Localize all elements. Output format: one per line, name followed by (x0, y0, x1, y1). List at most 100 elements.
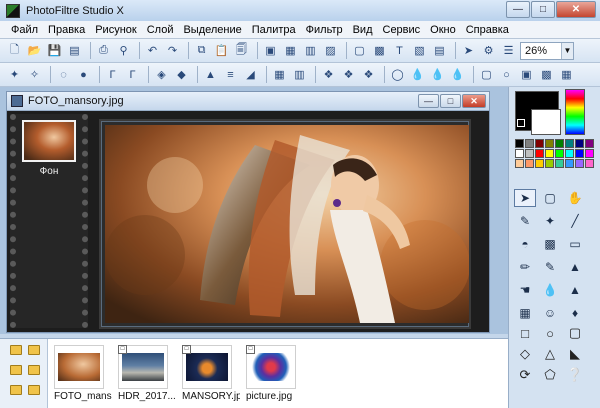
menu-filter[interactable]: Фильтр (301, 24, 348, 36)
frame-icon[interactable]: ▢ (478, 66, 495, 83)
contrast-minus-icon[interactable]: Γ (104, 66, 121, 83)
lamp-icon[interactable]: ◯ (389, 66, 406, 83)
palette-swatch[interactable] (565, 139, 574, 148)
gamma-icon[interactable]: ▲ (202, 66, 219, 83)
blur-icon[interactable]: ▥ (291, 66, 308, 83)
thumbnail-item[interactable]: FOTO_manso... (54, 345, 112, 402)
eraser-tool-icon[interactable]: ▭ (564, 235, 586, 253)
palette-swatch[interactable] (545, 139, 554, 148)
menu-edit[interactable]: Правка (43, 24, 90, 36)
clone-tool-icon[interactable]: ▦ (514, 304, 536, 322)
effect-3-icon[interactable]: ❖ (360, 66, 377, 83)
drop-icon[interactable]: 💧 (409, 66, 426, 83)
palette-swatch[interactable] (575, 139, 584, 148)
palette-swatch[interactable] (515, 139, 524, 148)
thumbnail-item[interactable]: □ HDR_2017... (118, 345, 176, 402)
fill-tool-icon[interactable]: ◓ (514, 235, 536, 253)
folder-icon[interactable] (28, 385, 40, 395)
sharpen-tool-icon[interactable]: ▲ (564, 281, 586, 299)
layer-options-icon[interactable]: ▤ (431, 42, 448, 59)
copy-icon[interactable]: ⧉ (193, 42, 210, 59)
effect-2-icon[interactable]: ❖ (340, 66, 357, 83)
freeform-shape-icon[interactable]: ❔ (564, 367, 586, 383)
document-title-bar[interactable]: FOTO_mansory.jpg — □ ✕ (7, 92, 489, 111)
smudge-tool-icon[interactable]: ☚ (514, 281, 536, 299)
brightness-plus-icon[interactable]: ● (75, 66, 92, 83)
rounded-rect-shape-icon[interactable]: ▢ (564, 325, 586, 341)
palette-swatch[interactable] (555, 159, 564, 168)
image-size-icon[interactable]: ▣ (262, 42, 279, 59)
menu-tools[interactable]: Сервис (378, 24, 426, 36)
menu-image[interactable]: Рисунок (90, 24, 142, 36)
ellipse-shape-icon[interactable]: ○ (539, 325, 561, 341)
palette-swatch[interactable] (555, 139, 564, 148)
crop-icon[interactable]: ▥ (302, 42, 319, 59)
swap-colors-icon[interactable] (517, 119, 525, 127)
doc-minimize-button[interactable]: — (418, 94, 439, 108)
pointer-tool-icon[interactable]: ➤ (514, 189, 536, 207)
paste-icon[interactable]: 📋 (213, 42, 230, 59)
layer-merge-icon[interactable]: ▩ (371, 42, 388, 59)
print-preview-icon[interactable]: ⚲ (115, 42, 132, 59)
paste-new-icon[interactable]: 🗐 (233, 42, 250, 59)
palette-swatch[interactable] (525, 159, 534, 168)
palette-swatch[interactable] (545, 149, 554, 158)
color-spectrum[interactable] (565, 89, 585, 135)
folder-icon[interactable] (28, 345, 40, 355)
palette-swatch[interactable] (575, 159, 584, 168)
menu-layer[interactable]: Слой (142, 24, 179, 36)
maximize-button[interactable]: □ (531, 1, 555, 18)
undo-icon[interactable]: ↶ (144, 42, 161, 59)
magic-wand-icon[interactable]: ✦ (539, 212, 561, 230)
grayscale-icon[interactable]: ◢ (242, 66, 259, 83)
effect-1-icon[interactable]: ❖ (320, 66, 337, 83)
palette-swatch[interactable] (565, 149, 574, 158)
folder-icon[interactable] (10, 345, 22, 355)
background-color[interactable] (531, 109, 561, 135)
triangle-shape-icon[interactable]: △ (539, 346, 561, 362)
palette-swatch[interactable] (565, 159, 574, 168)
zoom-select[interactable]: 26% ▼ (520, 42, 574, 60)
menu-window[interactable]: Окно (425, 24, 461, 36)
brightness-minus-icon[interactable]: ◌ (55, 66, 72, 83)
minimize-button[interactable]: — (506, 1, 530, 18)
hand-tool-icon[interactable]: ✋ (564, 189, 586, 207)
menu-palette[interactable]: Палитра (247, 24, 301, 36)
palette-swatch[interactable] (585, 139, 594, 148)
saturation-plus-icon[interactable]: ◆ (173, 66, 190, 83)
saturation-minus-icon[interactable]: ◈ (153, 66, 170, 83)
triangle-right-shape-icon[interactable]: ◣ (564, 346, 586, 362)
batch-icon[interactable]: ⚙ (480, 42, 497, 59)
doc-close-button[interactable]: ✕ (462, 94, 486, 108)
selection-tool-icon[interactable]: ▢ (539, 189, 561, 207)
layer-thumbnail[interactable] (22, 120, 76, 162)
close-button[interactable]: ✕ (556, 1, 596, 18)
save-icon[interactable]: 💾 (46, 42, 63, 59)
auto-contrast-icon[interactable]: ✧ (26, 66, 43, 83)
palette-swatch[interactable] (585, 149, 594, 158)
drop-3-icon[interactable]: 💧 (449, 66, 466, 83)
blur-tool-icon[interactable]: 💧 (539, 281, 561, 299)
transform-icon[interactable]: ▨ (322, 42, 339, 59)
canvas-image[interactable] (105, 125, 469, 323)
contrast-plus-icon[interactable]: Γ (124, 66, 141, 83)
text-icon[interactable]: T (391, 42, 408, 59)
canvas-size-icon[interactable]: ▦ (282, 42, 299, 59)
export-icon[interactable]: ➤ (460, 42, 477, 59)
layer-add-icon[interactable]: ▢ (351, 42, 368, 59)
monitor-icon[interactable]: ▩ (538, 66, 555, 83)
portrait-tool-icon[interactable]: ☺ (539, 304, 561, 322)
stamp-tool-icon[interactable]: ▲ (564, 258, 586, 276)
rectangle-shape-icon[interactable]: □ (514, 325, 536, 341)
palette-swatch[interactable] (555, 149, 564, 158)
menu-help[interactable]: Справка (461, 24, 514, 36)
brush-tool-icon[interactable]: ✏ (514, 258, 536, 276)
palette-swatch[interactable] (515, 149, 524, 158)
palette-swatch[interactable] (525, 149, 534, 158)
pencil-tool-icon[interactable]: ✎ (539, 258, 561, 276)
layer-duplicate-icon[interactable]: ▧ (411, 42, 428, 59)
polygon-shape-icon[interactable]: ⬠ (539, 367, 561, 383)
auto-levels-icon[interactable]: ✦ (6, 66, 23, 83)
scanner-icon[interactable]: ▤ (66, 42, 83, 59)
diamond-shape-icon[interactable]: ◇ (514, 346, 536, 362)
